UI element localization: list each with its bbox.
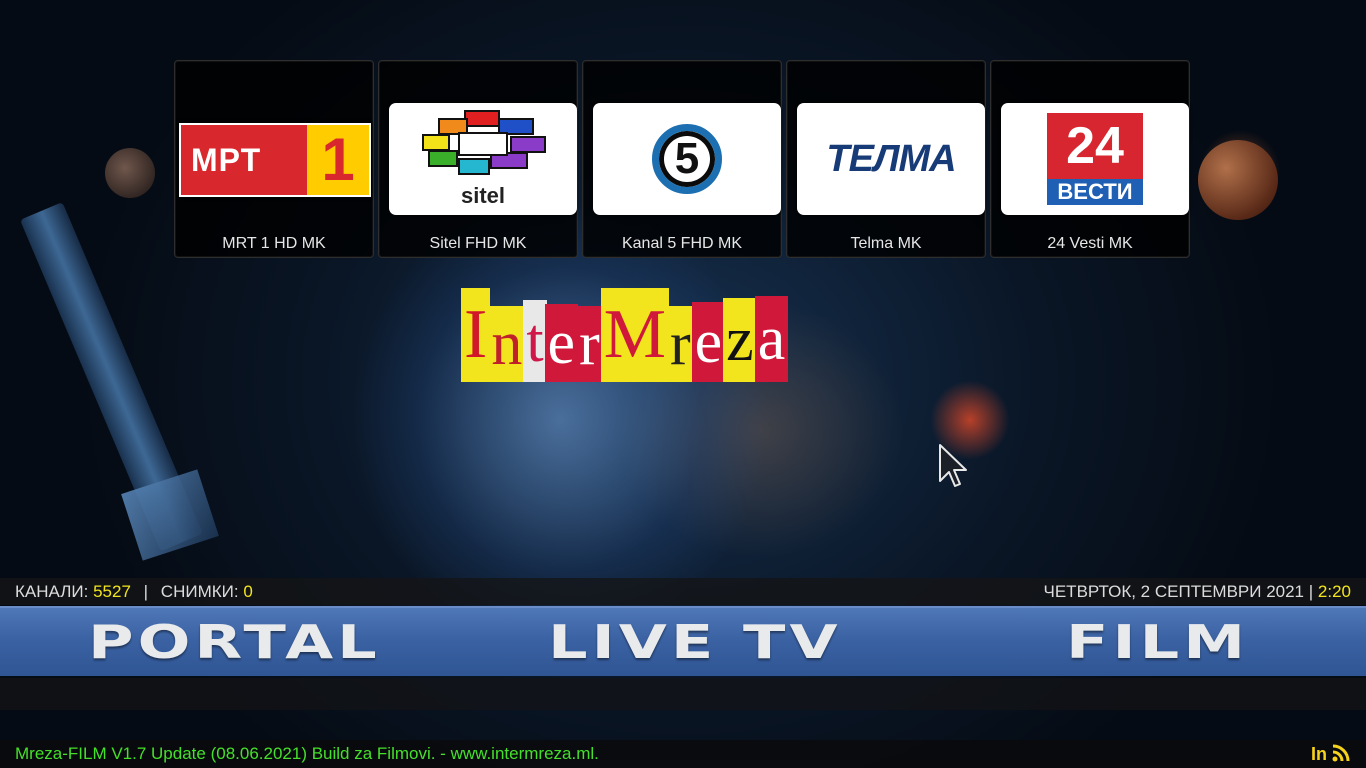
kanal5-logo: 5 — [652, 124, 722, 194]
sitel-logo: sitel — [419, 109, 547, 209]
rss-icon — [1332, 744, 1350, 762]
clock-time: 2:20 — [1317, 582, 1351, 601]
intermreza-logo: I n t e r M r e z a — [461, 288, 789, 382]
time-separator: | — [1308, 582, 1314, 601]
channel-label: MRT 1 HD MK — [222, 235, 326, 252]
mrt-logo-text: МРТ — [181, 125, 307, 195]
brand-letter: n — [488, 306, 526, 382]
menu-item-film[interactable]: FILM — [1066, 608, 1249, 676]
background-planet-small — [105, 148, 155, 198]
channel-label: 24 Vesti MK — [1047, 235, 1133, 252]
brand-letter: r — [666, 306, 694, 382]
channel-tile-24vesti[interactable]: 24 ВЕСТИ 24 Vesti MK — [990, 60, 1190, 258]
mouse-cursor-icon — [939, 444, 967, 487]
channel-logo: 24 ВЕСТИ — [1001, 103, 1189, 215]
24vesti-logo: 24 ВЕСТИ — [1047, 113, 1143, 205]
telma-logo: ТЕЛМА — [826, 137, 956, 180]
brand-letter: M — [600, 288, 669, 382]
channel-tile-sitel[interactable]: sitel Sitel FHD MK — [378, 60, 578, 258]
recordings-count: 0 — [243, 582, 253, 601]
channel-logo: sitel — [389, 103, 577, 215]
library-stats: КАНАЛИ: 5527 | СНИМКИ: 0 — [15, 578, 253, 605]
rss-indicator[interactable]: In — [1311, 740, 1352, 768]
brand-letter: a — [754, 296, 789, 382]
date-time: ЧЕТВРТОК, 2 СЕПТЕМВРИ 2021 | 2:20 — [1044, 578, 1351, 605]
brand-letter: I — [461, 288, 491, 382]
24vesti-logo-number: 24 — [1047, 113, 1143, 179]
channels-label: КАНАЛИ: — [15, 582, 89, 601]
channels-count: 5527 — [93, 582, 131, 601]
brand-letter: z — [723, 298, 757, 382]
sitel-logo-text: sitel — [460, 183, 506, 208]
submenu-strip — [0, 678, 1366, 710]
main-menu: PORTAL LIVE TV FILM — [0, 606, 1366, 676]
rss-label: In — [1310, 744, 1327, 764]
background-cube — [121, 469, 219, 561]
24vesti-logo-word: ВЕСТИ — [1047, 179, 1143, 205]
brand-letter: e — [544, 304, 579, 382]
channel-label: Sitel FHD MK — [429, 235, 527, 252]
menu-item-portal[interactable]: PORTAL — [88, 608, 381, 676]
channel-logo: ТЕЛМА — [797, 103, 985, 215]
channel-label: Telma MK — [850, 235, 922, 252]
channel-logo: МРТ 1 — [179, 123, 371, 197]
channel-label: Kanal 5 FHD MK — [621, 235, 743, 252]
footer-bar: Mreza-FILM V1.7 Update (08.06.2021) Buil… — [0, 740, 1366, 768]
brand-letter: r — [576, 306, 603, 382]
brand-letter: t — [523, 300, 547, 382]
recordings-label: СНИМКИ: — [160, 582, 239, 601]
channel-tile-telma[interactable]: ТЕЛМА Telma MK — [786, 60, 986, 258]
channel-tile-kanal5[interactable]: 5 Kanal 5 FHD MK — [582, 60, 782, 258]
channel-tile-mrt1[interactable]: МРТ 1 MRT 1 HD MK — [174, 60, 374, 258]
mrt-logo-number: 1 — [307, 125, 369, 195]
stats-separator: | — [143, 582, 149, 601]
menu-item-live-tv[interactable]: LIVE TV — [548, 608, 842, 676]
background-planet — [1198, 140, 1278, 220]
sitel-blocks-icon — [422, 110, 546, 175]
build-info-text: Mreza-FILM V1.7 Update (08.06.2021) Buil… — [15, 744, 599, 763]
mrt-logo: МРТ 1 — [181, 125, 369, 195]
date-text: ЧЕТВРТОК, 2 СЕПТЕМВРИ 2021 — [1043, 582, 1305, 601]
channel-logo: 5 — [593, 103, 781, 215]
brand-letter: e — [691, 302, 726, 382]
kanal5-logo-text: 5 — [674, 134, 700, 183]
channel-tiles: МРТ 1 MRT 1 HD MK sitel Sitel FHD MK 5 K… — [174, 60, 1190, 258]
info-bar: КАНАЛИ: 5527 | СНИМКИ: 0 ЧЕТВРТОК, 2 СЕП… — [0, 578, 1366, 605]
